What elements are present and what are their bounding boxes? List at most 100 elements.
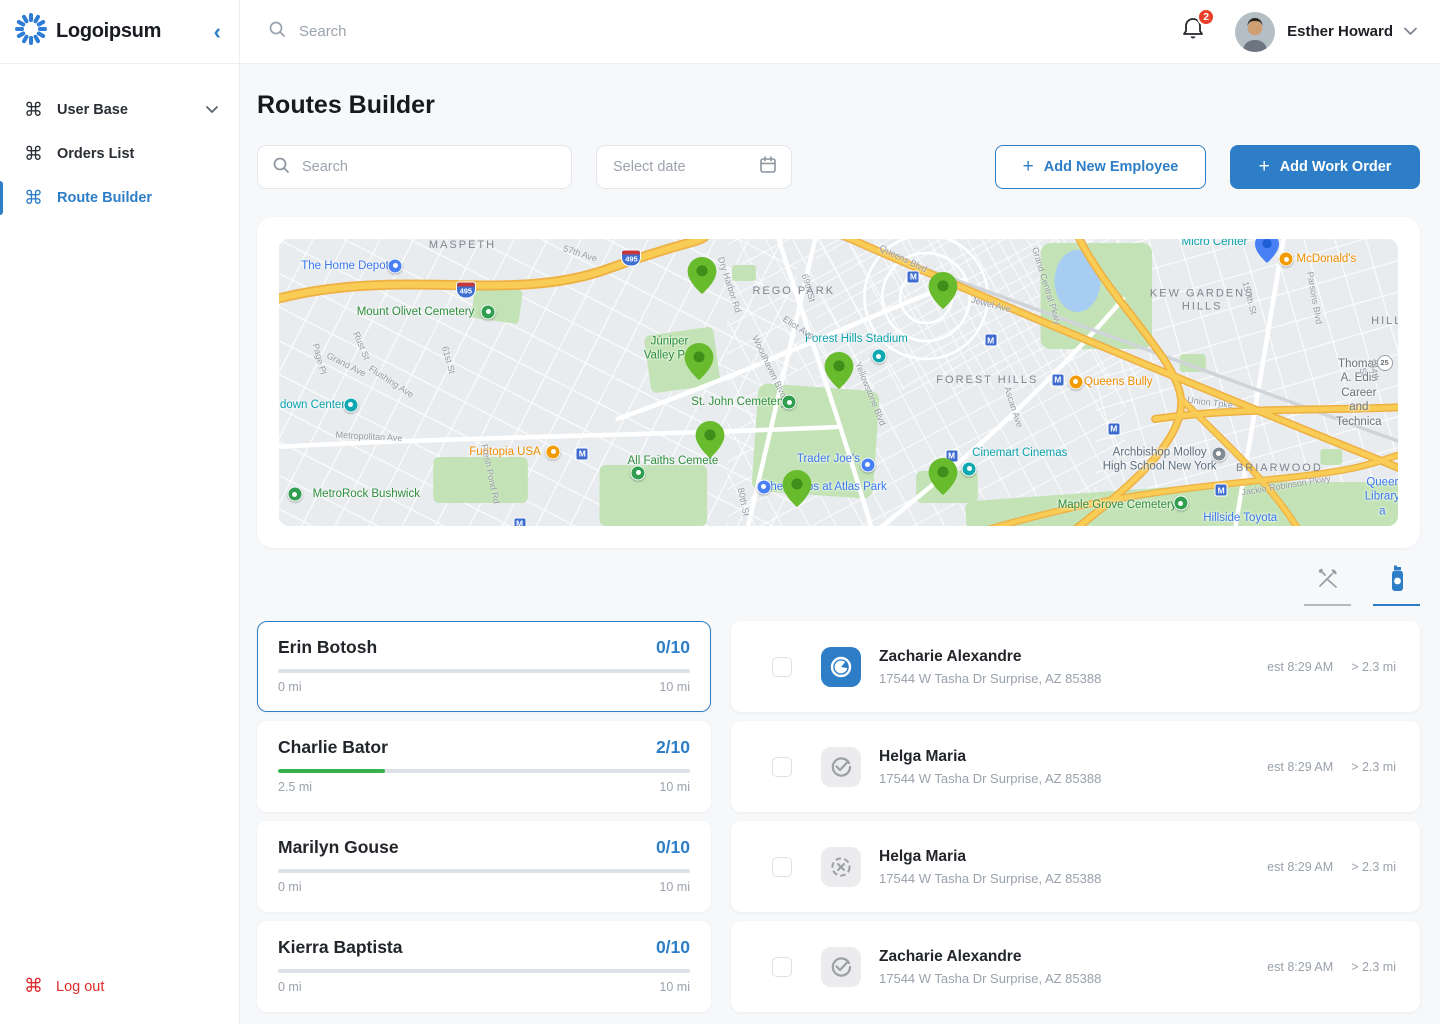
add-new-employee-button[interactable]: + Add New Employee	[995, 145, 1206, 189]
tab-tools[interactable]	[1304, 560, 1351, 606]
poi-stadium-icon[interactable]	[871, 349, 886, 364]
work-order-address: 17544 W Tasha Dr Surprise, AZ 85388	[879, 771, 1101, 786]
view-tabs	[257, 560, 1420, 606]
route-shield-icon: 25	[1377, 355, 1393, 371]
list-search-input[interactable]	[300, 158, 557, 176]
sidebar-collapse-icon[interactable]: ‹	[214, 21, 221, 43]
sidebar-item-route-builder[interactable]: ⌘ Route Builder	[0, 176, 239, 220]
spray-bottle-icon	[1386, 565, 1408, 593]
subway-station-icon[interactable]: M	[1051, 373, 1064, 386]
poi-mall-icon[interactable]	[756, 479, 771, 494]
work-order-row[interactable]: Helga Maria 17544 W Tasha Dr Surprise, A…	[731, 721, 1420, 812]
map-pin-work-order[interactable]	[783, 470, 812, 512]
poi-climbing-gym-icon[interactable]	[287, 487, 302, 502]
subway-station-icon[interactable]: M	[1215, 484, 1228, 497]
employee-card[interactable]: Charlie Bator2/10 2.5 mi10 mi	[257, 721, 711, 812]
route-progress-fill	[278, 769, 385, 773]
plus-icon: +	[1023, 157, 1034, 176]
avatar[interactable]	[1235, 12, 1275, 52]
map-pin-work-order[interactable]	[928, 458, 957, 500]
subway-station-icon[interactable]: M	[513, 517, 526, 526]
brand-logo-icon	[14, 12, 48, 51]
logout-button[interactable]: ⌘ Log out	[24, 977, 104, 996]
sidebar-item-label: User Base	[57, 102, 128, 118]
plus-icon: +	[1259, 157, 1270, 176]
sidebar: Logoipsum ‹ ⌘ User Base ⌘ Orders List ⌘ …	[0, 0, 240, 1024]
sidebar-item-user-base[interactable]: ⌘ User Base	[0, 88, 239, 132]
map-pin-work-order[interactable]	[928, 272, 957, 314]
employee-card[interactable]: Marilyn Gouse0/10 0 mi10 mi	[257, 821, 711, 912]
notifications-button[interactable]: 2	[1181, 16, 1205, 47]
status-in-progress-icon	[821, 647, 861, 687]
main-content: Routes Builder + Add New Employee + Add …	[240, 64, 1440, 1024]
employee-card[interactable]: Kierra Baptista0/10 0 mi10 mi	[257, 921, 711, 1012]
work-order-checkbox[interactable]	[772, 657, 792, 677]
work-order-eta: est 8:29 AM	[1267, 660, 1333, 674]
map-pin-work-order[interactable]	[687, 257, 716, 299]
date-picker-field	[596, 145, 792, 189]
poi-attraction-icon[interactable]	[546, 444, 561, 459]
subway-station-icon[interactable]: M	[907, 270, 920, 283]
subway-station-icon[interactable]: M	[984, 334, 997, 347]
employee-name: Marilyn Gouse	[278, 837, 399, 858]
sidebar-nav: ⌘ User Base ⌘ Orders List ⌘ Route Builde…	[0, 64, 239, 220]
subway-station-icon[interactable]: M	[1107, 422, 1120, 435]
command-icon: ⌘	[24, 977, 43, 996]
poi-cemetery-icon[interactable]	[782, 395, 797, 410]
command-icon: ⌘	[24, 145, 43, 164]
global-search-input[interactable]	[297, 22, 597, 41]
poi-restaurant-icon[interactable]	[1068, 374, 1083, 389]
poi-grocery-icon[interactable]	[860, 457, 875, 472]
map-pin-work-order[interactable]	[684, 343, 713, 385]
route-progress-track	[278, 769, 690, 773]
poi-fast-food-icon[interactable]	[1279, 252, 1294, 267]
poi-cinema-icon[interactable]	[962, 461, 977, 476]
user-menu-chevron-icon[interactable]	[1403, 23, 1418, 41]
distance-current: 0 mi	[278, 880, 302, 894]
page-title: Routes Builder	[257, 91, 1420, 120]
work-order-name: Helga Maria	[879, 848, 1101, 866]
work-order-distance: > 2.3 mi	[1351, 960, 1396, 974]
work-order-name: Zacharie Alexandre	[879, 648, 1101, 666]
list-search-field	[257, 145, 572, 189]
employee-name: Charlie Bator	[278, 737, 388, 758]
tab-supplies[interactable]	[1373, 560, 1420, 606]
work-order-checkbox[interactable]	[772, 957, 792, 977]
distance-max: 10 mi	[659, 880, 690, 894]
map-pin-blue[interactable]	[1255, 239, 1279, 268]
distance-max: 10 mi	[659, 780, 690, 794]
work-order-row[interactable]: Zacharie Alexandre 17544 W Tasha Dr Surp…	[731, 621, 1420, 712]
map-pin-work-order[interactable]	[824, 352, 853, 394]
lists: Erin Botosh0/10 0 mi10 mi Charlie Bator 2…	[257, 621, 1420, 1021]
work-order-row[interactable]: Zacharie Alexandre 17544 W Tasha Dr Surp…	[731, 921, 1420, 1012]
calendar-icon[interactable]	[759, 155, 777, 179]
work-order-distance: > 2.3 mi	[1351, 660, 1396, 674]
command-icon: ⌘	[24, 101, 43, 120]
status-done-icon	[821, 947, 861, 987]
poi-cemetery-icon[interactable]	[1173, 496, 1188, 511]
interstate-shield-icon: 495	[456, 282, 476, 299]
poi-shopping-icon[interactable]	[343, 397, 358, 412]
tools-icon	[1315, 565, 1341, 591]
work-order-checkbox[interactable]	[772, 857, 792, 877]
poi-home-improvement-icon[interactable]	[388, 258, 403, 273]
sidebar-item-orders-list[interactable]: ⌘ Orders List	[0, 132, 239, 176]
map-pin-work-order[interactable]	[695, 421, 724, 463]
poi-school-icon[interactable]	[1211, 446, 1226, 461]
employee-card[interactable]: Erin Botosh0/10 0 mi10 mi	[257, 621, 711, 712]
map[interactable]: MASPETHREGO PARKFOREST HILLSKEW GARDENS …	[279, 239, 1398, 526]
work-order-address: 17544 W Tasha Dr Surprise, AZ 85388	[879, 971, 1101, 986]
global-search	[268, 20, 1181, 43]
poi-cemetery-icon[interactable]	[631, 465, 646, 480]
work-order-row[interactable]: Helga Maria 17544 W Tasha Dr Surprise, A…	[731, 821, 1420, 912]
work-order-checkbox[interactable]	[772, 757, 792, 777]
distance-max: 10 mi	[659, 980, 690, 994]
employee-stop-count: 2/10	[656, 737, 690, 758]
date-picker-input[interactable]	[611, 158, 751, 176]
add-work-order-button[interactable]: + Add Work Order	[1230, 145, 1420, 189]
poi-cemetery-icon[interactable]	[481, 304, 496, 319]
logout-label: Log out	[56, 979, 104, 995]
interstate-shield-icon: 495	[621, 249, 641, 266]
subway-station-icon[interactable]: M	[576, 447, 589, 460]
employee-stop-count: 0/10	[656, 637, 690, 658]
